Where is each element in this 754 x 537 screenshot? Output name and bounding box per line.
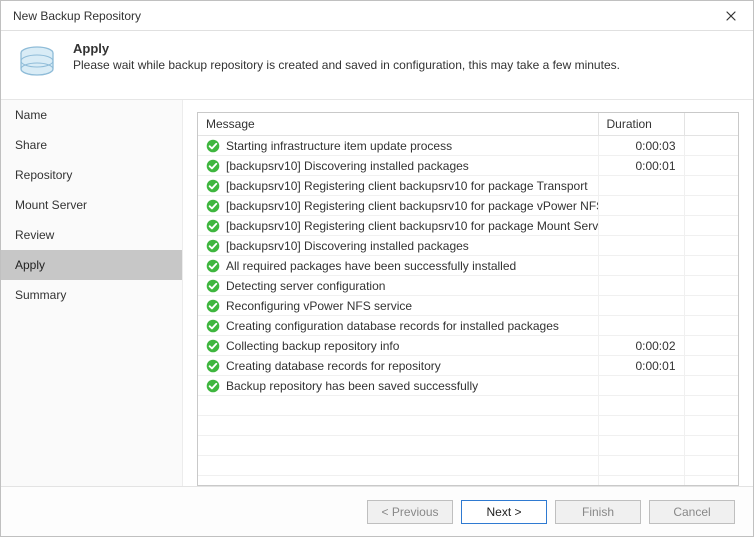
duration-text bbox=[598, 196, 684, 216]
sidebar-item-label: Share bbox=[15, 138, 47, 152]
table-row[interactable]: [backupsrv10] Discovering installed pack… bbox=[198, 156, 738, 176]
close-icon bbox=[726, 11, 736, 21]
wizard-footer: < Previous Next > Finish Cancel bbox=[1, 486, 753, 536]
message-text: [backupsrv10] Registering client backups… bbox=[226, 179, 588, 193]
sidebar-item-label: Mount Server bbox=[15, 198, 87, 212]
success-icon bbox=[206, 339, 220, 353]
page-description: Please wait while backup repository is c… bbox=[73, 58, 739, 72]
table-row bbox=[198, 476, 738, 487]
sidebar-item-repository[interactable]: Repository bbox=[1, 160, 182, 190]
sidebar-item-apply[interactable]: Apply bbox=[1, 250, 182, 280]
message-text: All required packages have been successf… bbox=[226, 259, 516, 273]
table-row[interactable]: Detecting server configuration bbox=[198, 276, 738, 296]
sidebar-item-label: Name bbox=[15, 108, 47, 122]
table-row[interactable]: Starting infrastructure item update proc… bbox=[198, 136, 738, 156]
duration-text bbox=[598, 376, 684, 396]
duration-text bbox=[598, 256, 684, 276]
column-header-extra[interactable] bbox=[684, 113, 738, 136]
titlebar: New Backup Repository bbox=[1, 1, 753, 31]
message-text: [backupsrv10] Registering client backups… bbox=[226, 219, 598, 233]
success-icon bbox=[206, 379, 220, 393]
sidebar-item-mount-server[interactable]: Mount Server bbox=[1, 190, 182, 220]
duration-text bbox=[598, 276, 684, 296]
success-icon bbox=[206, 319, 220, 333]
wizard-sidebar: Name Share Repository Mount Server Review App… bbox=[1, 100, 183, 486]
message-text: [backupsrv10] Registering client backups… bbox=[226, 199, 598, 213]
column-header-message[interactable]: Message bbox=[198, 113, 598, 136]
table-header-row: Message Duration bbox=[198, 113, 738, 136]
sidebar-item-label: Review bbox=[15, 228, 54, 242]
success-icon bbox=[206, 219, 220, 233]
sidebar-item-share[interactable]: Share bbox=[1, 130, 182, 160]
table-row[interactable]: [backupsrv10] Registering client backups… bbox=[198, 216, 738, 236]
message-text: [backupsrv10] Discovering installed pack… bbox=[226, 159, 469, 173]
table-row[interactable]: All required packages have been successf… bbox=[198, 256, 738, 276]
table-row[interactable]: Creating database records for repository… bbox=[198, 356, 738, 376]
next-button[interactable]: Next > bbox=[461, 500, 547, 524]
previous-button: < Previous bbox=[367, 500, 453, 524]
duration-text bbox=[598, 236, 684, 256]
column-header-duration[interactable]: Duration bbox=[598, 113, 684, 136]
wizard-header: Apply Please wait while backup repositor… bbox=[1, 31, 753, 100]
duration-text bbox=[598, 216, 684, 236]
table-row[interactable]: [backupsrv10] Registering client backups… bbox=[198, 196, 738, 216]
message-text: Collecting backup repository info bbox=[226, 339, 399, 353]
table-row[interactable]: Reconfiguring vPower NFS service bbox=[198, 296, 738, 316]
success-icon bbox=[206, 239, 220, 253]
message-text: Detecting server configuration bbox=[226, 279, 385, 293]
repository-icon bbox=[15, 41, 59, 85]
duration-text bbox=[598, 316, 684, 336]
message-text: Creating database records for repository bbox=[226, 359, 441, 373]
message-text: Starting infrastructure item update proc… bbox=[226, 139, 452, 153]
table-row[interactable]: Collecting backup repository info 0:00:02 bbox=[198, 336, 738, 356]
table-row[interactable]: Backup repository has been saved success… bbox=[198, 376, 738, 396]
table-row[interactable]: Creating configuration database records … bbox=[198, 316, 738, 336]
cancel-button: Cancel bbox=[649, 500, 735, 524]
window-title: New Backup Repository bbox=[9, 9, 141, 23]
message-text: Creating configuration database records … bbox=[226, 319, 559, 333]
success-icon bbox=[206, 259, 220, 273]
table-row bbox=[198, 436, 738, 456]
wizard-window: New Backup Repository Apply Please wait … bbox=[0, 0, 754, 537]
duration-text: 0:00:03 bbox=[598, 136, 684, 156]
duration-text bbox=[598, 296, 684, 316]
sidebar-item-summary[interactable]: Summary bbox=[1, 280, 182, 310]
table-row[interactable]: [backupsrv10] Discovering installed pack… bbox=[198, 236, 738, 256]
page-title: Apply bbox=[73, 41, 739, 56]
sidebar-item-label: Repository bbox=[15, 168, 72, 182]
success-icon bbox=[206, 179, 220, 193]
table-row bbox=[198, 416, 738, 436]
table-row bbox=[198, 396, 738, 416]
progress-grid[interactable]: Message Duration Starting infrastructure… bbox=[197, 112, 739, 486]
sidebar-item-name[interactable]: Name bbox=[1, 100, 182, 130]
success-icon bbox=[206, 199, 220, 213]
message-text: Backup repository has been saved success… bbox=[226, 379, 478, 393]
duration-text: 0:00:01 bbox=[598, 156, 684, 176]
success-icon bbox=[206, 299, 220, 313]
table-row[interactable]: [backupsrv10] Registering client backups… bbox=[198, 176, 738, 196]
success-icon bbox=[206, 159, 220, 173]
close-button[interactable] bbox=[711, 2, 751, 30]
success-icon bbox=[206, 359, 220, 373]
finish-button: Finish bbox=[555, 500, 641, 524]
wizard-main: Message Duration Starting infrastructure… bbox=[183, 100, 753, 486]
sidebar-item-label: Summary bbox=[15, 288, 66, 302]
success-icon bbox=[206, 279, 220, 293]
duration-text bbox=[598, 176, 684, 196]
success-icon bbox=[206, 139, 220, 153]
sidebar-item-review[interactable]: Review bbox=[1, 220, 182, 250]
duration-text: 0:00:02 bbox=[598, 336, 684, 356]
message-text: [backupsrv10] Discovering installed pack… bbox=[226, 239, 469, 253]
table-row bbox=[198, 456, 738, 476]
sidebar-item-label: Apply bbox=[15, 258, 45, 272]
message-text: Reconfiguring vPower NFS service bbox=[226, 299, 412, 313]
duration-text: 0:00:01 bbox=[598, 356, 684, 376]
